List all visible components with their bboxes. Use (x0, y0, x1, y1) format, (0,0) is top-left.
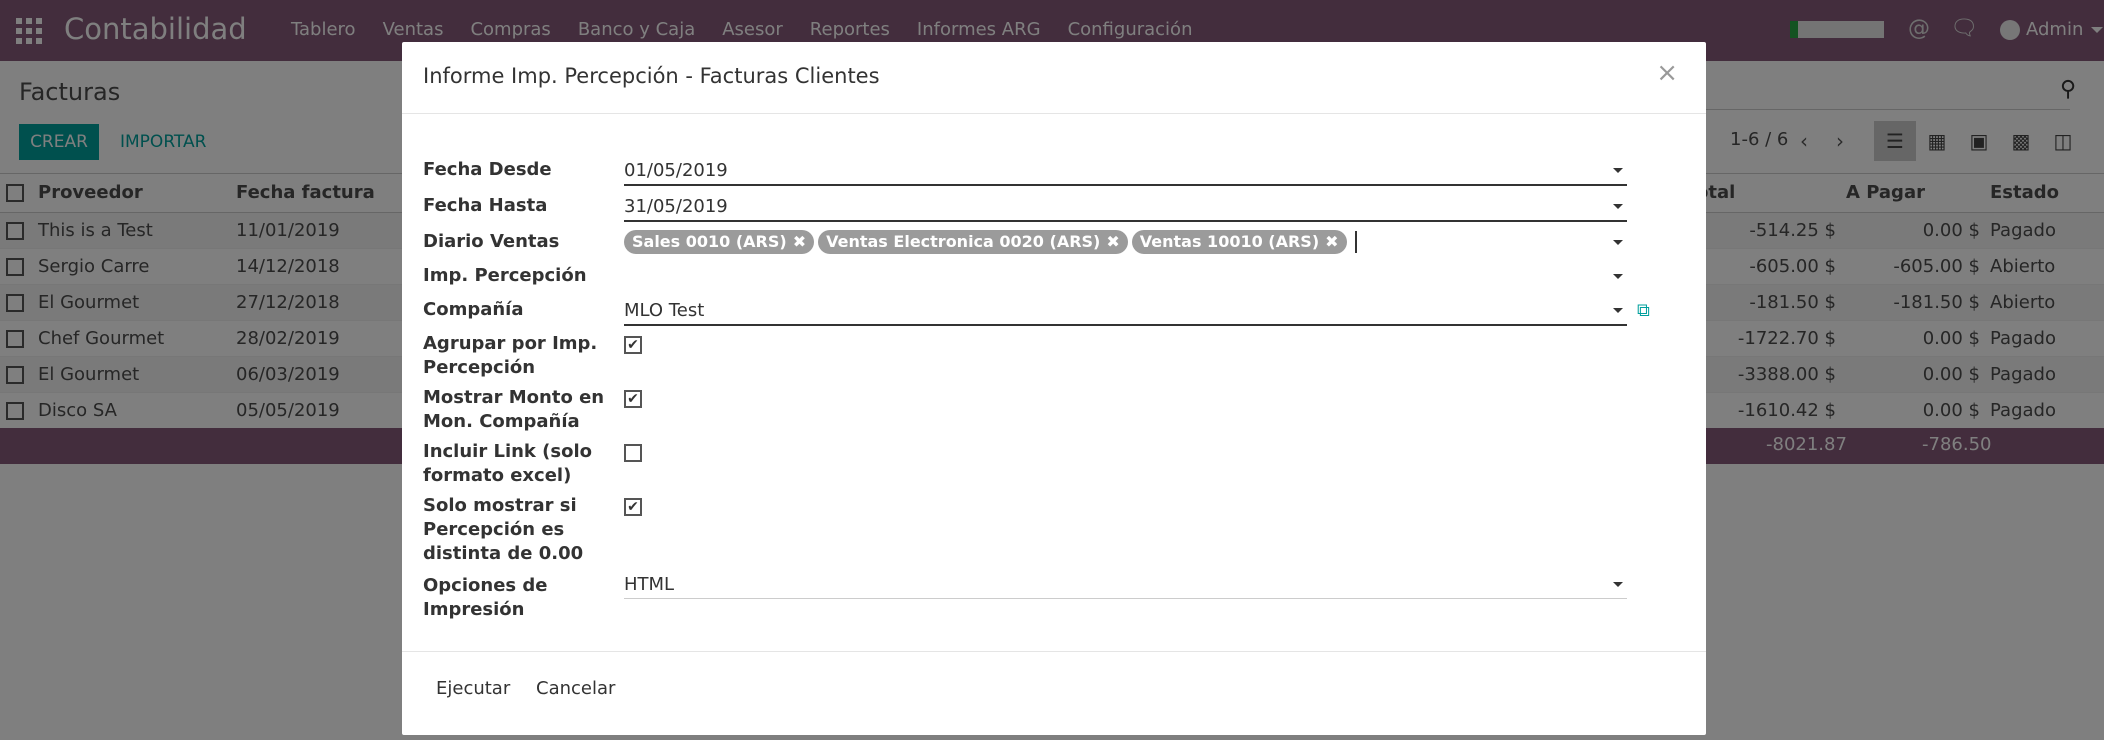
company-label: Compañía (423, 299, 524, 320)
dropdown-caret-icon (1613, 240, 1623, 245)
remove-tag-icon[interactable]: ✖ (1325, 232, 1338, 251)
date-to-label: Fecha Hasta (423, 195, 548, 216)
company-value: MLO Test (624, 300, 705, 321)
execute-button[interactable]: Ejecutar (436, 678, 510, 699)
journal-tag: Ventas Electronica 0020 (ARS) ✖ (818, 230, 1128, 254)
nonzero-label: Solo mostrar si Percepción es distinta d… (423, 495, 584, 564)
remove-tag-icon[interactable]: ✖ (1106, 232, 1119, 251)
company-field[interactable]: MLO Test (624, 298, 1627, 326)
link-label: Incluir Link (solo formato excel) (423, 441, 593, 486)
journals-field[interactable]: Sales 0010 (ARS) ✖ Ventas Electronica 0020… (624, 230, 1627, 258)
tax-field[interactable] (624, 264, 1627, 290)
dropdown-caret-icon (1613, 168, 1623, 173)
dropdown-caret-icon (1613, 274, 1623, 279)
journal-tag: Sales 0010 (ARS) ✖ (624, 230, 815, 254)
cancel-button[interactable]: Cancelar (536, 678, 615, 699)
nonzero-checkbox[interactable]: ✔ (624, 498, 642, 516)
date-to-value: 31/05/2019 (624, 196, 728, 217)
show-company-checkbox[interactable]: ✔ (624, 390, 642, 408)
external-link-icon[interactable]: ⧉ (1637, 300, 1650, 321)
date-from-field[interactable]: 01/05/2019 (624, 158, 1627, 186)
date-from-label: Fecha Desde (423, 159, 552, 180)
dialog-footer: Ejecutar Cancelar (402, 651, 1706, 735)
close-icon[interactable]: × (1656, 58, 1678, 88)
text-cursor (1354, 231, 1357, 253)
group-checkbox[interactable]: ✔ (624, 336, 642, 354)
report-dialog: Informe Imp. Percepción - Facturas Clien… (402, 42, 1706, 735)
journal-tag-label: Sales 0010 (ARS) (632, 232, 787, 251)
journals-label: Diario Ventas (423, 231, 560, 252)
date-from-value: 01/05/2019 (624, 160, 728, 181)
show-company-label: Mostrar Monto en Mon. Compañía (423, 387, 605, 432)
date-to-field[interactable]: 31/05/2019 (624, 194, 1627, 222)
journal-tag-label: Ventas 10010 (ARS) (1139, 232, 1320, 251)
print-options-value: HTML (624, 574, 675, 595)
tax-label: Imp. Percepción (423, 265, 587, 286)
dropdown-caret-icon (1613, 204, 1623, 209)
dropdown-caret-icon (1613, 582, 1623, 587)
print-options-select[interactable]: HTML (624, 572, 1627, 599)
dialog-title: Informe Imp. Percepción - Facturas Clien… (423, 64, 880, 88)
link-checkbox[interactable] (624, 444, 642, 462)
remove-tag-icon[interactable]: ✖ (793, 232, 806, 251)
dropdown-caret-icon (1613, 308, 1623, 313)
print-label: Opciones de Impresión (423, 575, 548, 620)
journal-tag: Ventas 10010 (ARS) ✖ (1131, 230, 1347, 254)
dialog-header: Informe Imp. Percepción - Facturas Clien… (402, 42, 1706, 114)
group-label: Agrupar por Imp. Percepción (423, 333, 598, 378)
journal-tag-label: Ventas Electronica 0020 (ARS) (826, 232, 1101, 251)
